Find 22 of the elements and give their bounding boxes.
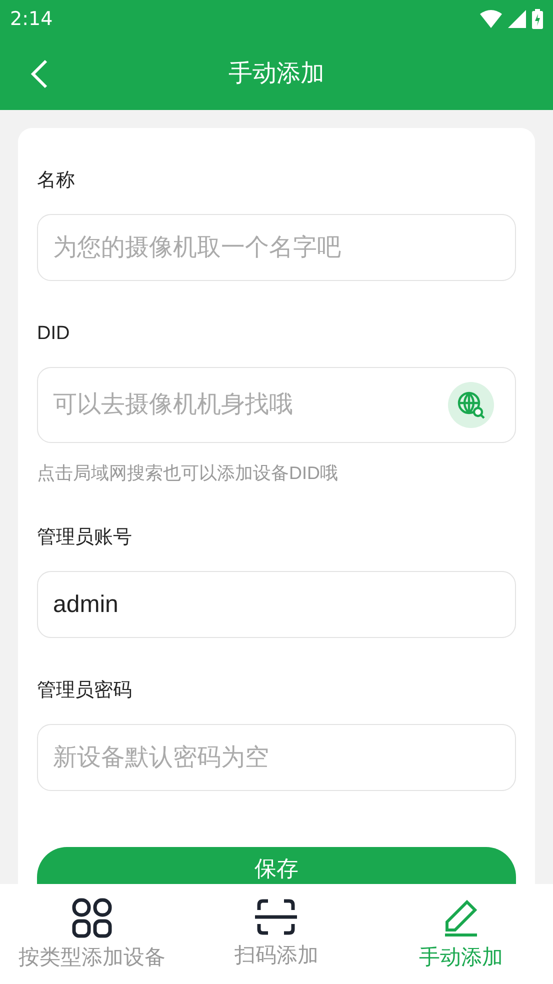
back-icon [30,59,48,89]
nav-tab[interactable]: 手动添加 [368,884,553,984]
nav-tab[interactable]: 扫码添加 [184,884,369,984]
input-field[interactable]: 新设备默认密码为空 [37,724,516,791]
field-label: 管理员密码 [37,679,133,703]
field-label: 名称 [37,169,76,193]
scan-icon [255,898,298,936]
save-button[interactable]: 保存 [37,847,516,884]
wifi-icon [480,10,502,28]
status-time: 2:14 [10,6,53,32]
page-title: 手动添加 [228,59,324,89]
input-field[interactable]: 为您的摄像机取一个名字吧 [37,214,516,281]
signal-icon [508,10,526,28]
nav-tab[interactable]: 按类型添加设备 [0,884,184,984]
grid-icon [72,898,112,938]
field-label: 管理员账号 [37,526,133,550]
battery-icon [532,9,543,29]
input-field[interactable]: admin [37,571,516,638]
input-field[interactable]: 可以去摄像机机身找哦 [37,367,516,443]
globe-search-icon [457,391,485,419]
field-hint: 点击局域网搜索也可以添加设备DID哦 [37,462,339,485]
field-label: DID [37,322,71,346]
